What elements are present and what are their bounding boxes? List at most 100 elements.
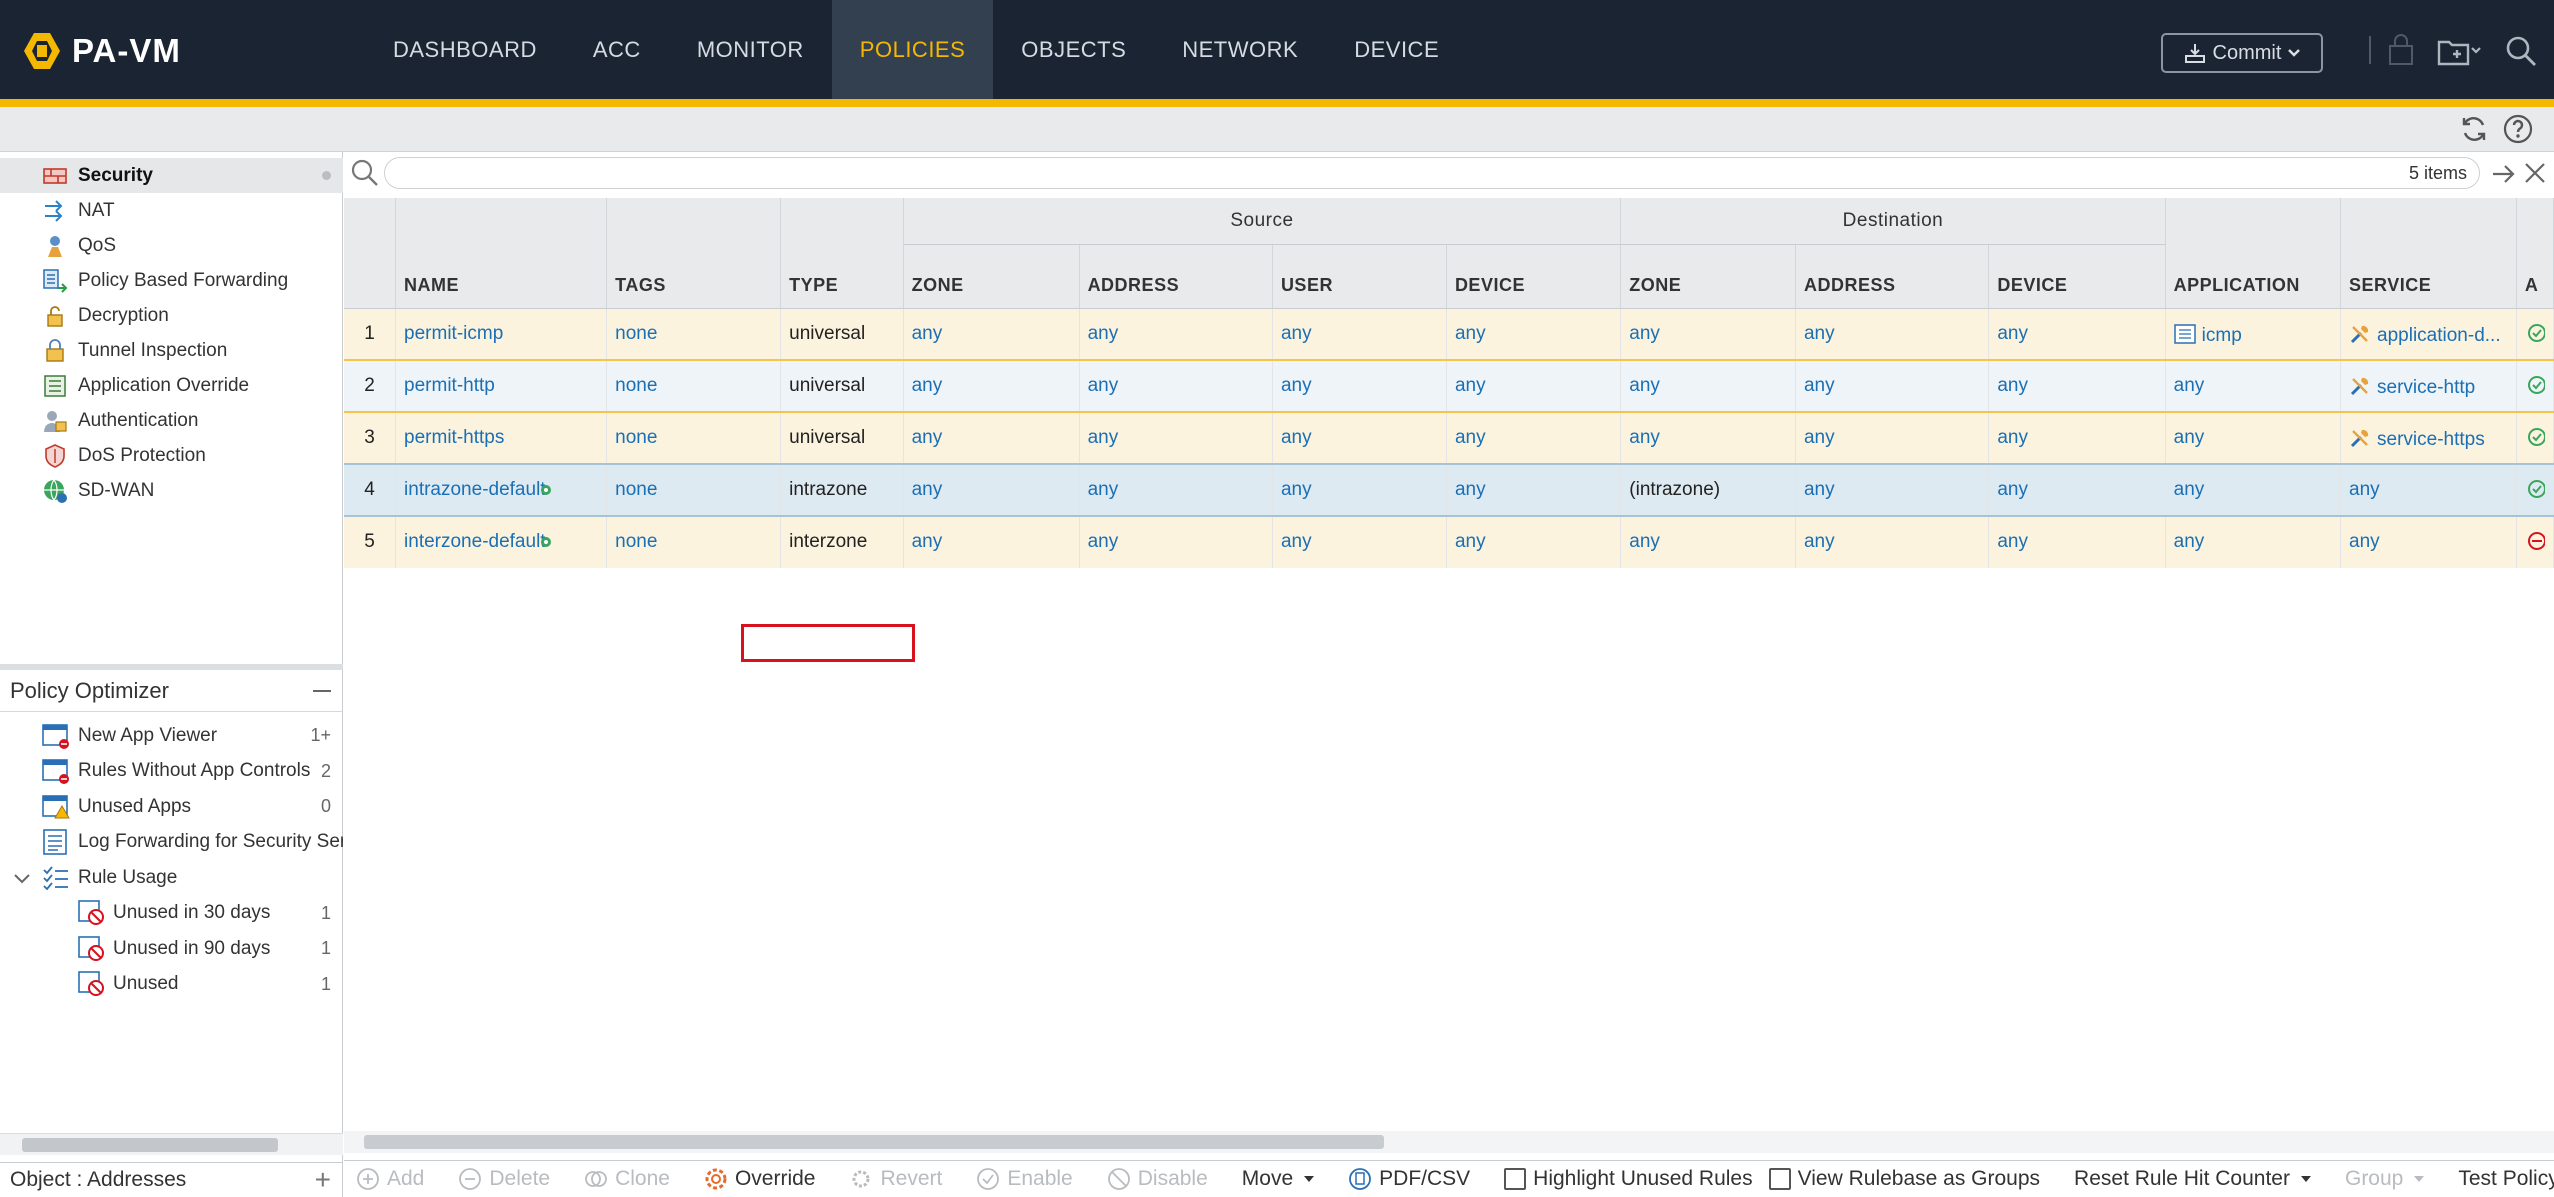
source-user[interactable]: any	[1272, 516, 1447, 568]
group-dropdown[interactable]: Group	[2345, 1167, 2425, 1191]
table-row[interactable]: 2 permit-http none universal any any any…	[344, 360, 2554, 413]
pdf-csv-button[interactable]: PDF/CSV	[1348, 1167, 1470, 1191]
source-user[interactable]: any	[1272, 308, 1447, 361]
rule-application[interactable]: any	[2165, 360, 2342, 413]
column-header-type[interactable]: TYPE	[780, 198, 904, 309]
source-device[interactable]: any	[1446, 412, 1622, 465]
rule-tags[interactable]: none	[606, 464, 782, 517]
rule-tags[interactable]: none	[606, 516, 782, 568]
view-rulebase-groups-toggle[interactable]: View Rulebase as Groups	[1768, 1167, 2040, 1191]
nav-acc[interactable]: ACC	[565, 0, 669, 99]
sidebar-item-pbf[interactable]: Policy Based Forwarding	[0, 263, 343, 298]
optimizer-item-unused-apps[interactable]: Unused Apps 0	[0, 789, 343, 825]
optimizer-item-unused-30-days[interactable]: Unused in 30 days 1	[0, 896, 343, 932]
source-zone[interactable]: any	[903, 516, 1080, 568]
view-groups-checkbox[interactable]	[1768, 1168, 1791, 1190]
column-header-destination-device[interactable]: DEVICE	[1988, 244, 2166, 309]
scrollbar-thumb[interactable]	[22, 1138, 278, 1152]
rule-application[interactable]: any	[2165, 464, 2342, 517]
source-device[interactable]: any	[1446, 360, 1622, 413]
table-horizontal-scrollbar[interactable]	[344, 1131, 2554, 1153]
sidebar-item-sd-wan[interactable]: SD-WAN	[0, 473, 343, 508]
destination-zone[interactable]: any	[1620, 360, 1796, 413]
rule-tags[interactable]: none	[606, 308, 782, 361]
highlight-unused-rules-toggle[interactable]: Highlight Unused Rules	[1504, 1167, 1753, 1191]
destination-zone[interactable]: (intrazone)	[1620, 464, 1796, 517]
search-icon[interactable]	[2503, 34, 2539, 68]
rule-name[interactable]: intrazone-default	[395, 464, 608, 517]
sidebar-item-decryption[interactable]: Decryption	[0, 298, 343, 333]
scrollbar-thumb[interactable]	[364, 1135, 1384, 1149]
table-row[interactable]: 4 intrazone-default none intrazone any a…	[344, 464, 2554, 517]
collapse-icon[interactable]	[313, 690, 331, 692]
test-policy-match-button[interactable]: Test Policy Match	[2458, 1167, 2554, 1191]
table-row[interactable]: 1 permit-icmp none universal any any any…	[344, 308, 2554, 361]
destination-device[interactable]: any	[1988, 360, 2166, 413]
optimizer-item-rules-without-app-controls[interactable]: Rules Without App Controls 2	[0, 754, 343, 790]
table-row[interactable]: 3 permit-https none universal any any an…	[344, 412, 2554, 465]
optimizer-item-unused[interactable]: Unused 1	[0, 967, 343, 1003]
nav-device[interactable]: DEVICE	[1326, 0, 1467, 99]
column-header-source-user[interactable]: USER	[1272, 244, 1447, 309]
logo[interactable]: PA-VM	[22, 28, 181, 74]
sidebar-item-tunnel-inspection[interactable]: Tunnel Inspection	[0, 333, 343, 368]
destination-address[interactable]: any	[1795, 464, 1990, 517]
column-header-action[interactable]: A	[2516, 198, 2554, 309]
rule-application[interactable]: any	[2165, 516, 2342, 568]
rule-tags[interactable]: none	[606, 360, 782, 413]
apply-filter-arrow-icon[interactable]	[2490, 160, 2518, 188]
destination-address[interactable]: any	[1795, 412, 1990, 465]
nav-dashboard[interactable]: DASHBOARD	[365, 0, 565, 99]
destination-zone[interactable]: any	[1620, 308, 1796, 361]
config-folder-icon[interactable]	[2436, 34, 2482, 68]
add-button[interactable]: Add	[356, 1167, 424, 1191]
column-header-application[interactable]: APPLICATION	[2165, 198, 2342, 309]
reset-rule-hit-counter-dropdown[interactable]: Reset Rule Hit Counter	[2074, 1167, 2311, 1191]
rule-service[interactable]: any	[2340, 516, 2517, 568]
help-icon[interactable]	[2502, 113, 2534, 145]
source-address[interactable]: any	[1079, 464, 1273, 517]
source-user[interactable]: any	[1272, 464, 1447, 517]
rule-application[interactable]: any	[2165, 412, 2342, 465]
sidebar-item-application-override[interactable]: Application Override	[0, 368, 343, 403]
column-header-destination-address[interactable]: ADDRESS	[1795, 244, 1990, 309]
rule-tags[interactable]: none	[606, 412, 782, 465]
source-address[interactable]: any	[1079, 308, 1273, 361]
expand-plus-icon[interactable]: +	[315, 1164, 331, 1196]
optimizer-item-new-app-viewer[interactable]: New App Viewer 1+	[0, 718, 343, 754]
nav-policies[interactable]: POLICIES	[831, 0, 994, 99]
rule-name[interactable]: permit-https	[395, 412, 608, 465]
destination-address[interactable]: any	[1795, 308, 1990, 361]
left-horizontal-scrollbar[interactable]	[0, 1133, 343, 1155]
rule-service[interactable]: any	[2340, 464, 2517, 517]
column-header-source-device[interactable]: DEVICE	[1446, 244, 1622, 309]
destination-zone[interactable]: any	[1620, 516, 1796, 568]
column-header-tags[interactable]: TAGS	[606, 198, 782, 309]
optimizer-item-unused-90-days[interactable]: Unused in 90 days 1	[0, 931, 343, 967]
destination-device[interactable]: any	[1988, 464, 2166, 517]
move-dropdown[interactable]: Move	[1242, 1167, 1315, 1191]
clear-filter-icon[interactable]	[2522, 160, 2548, 186]
source-address[interactable]: any	[1079, 360, 1273, 413]
source-user[interactable]: any	[1272, 412, 1447, 465]
enable-button[interactable]: Enable	[976, 1167, 1073, 1191]
nav-monitor[interactable]: MONITOR	[669, 0, 832, 99]
sidebar-item-dos-protection[interactable]: DoS Protection	[0, 438, 343, 473]
nav-objects[interactable]: OBJECTS	[993, 0, 1154, 99]
rule-service[interactable]: application-d...	[2340, 308, 2517, 361]
clone-button[interactable]: Clone	[584, 1167, 670, 1191]
commit-button[interactable]: Commit	[2161, 33, 2323, 73]
optimizer-item-rule-usage[interactable]: Rule Usage	[0, 860, 343, 896]
column-header-source-zone[interactable]: ZONE	[903, 244, 1080, 309]
rule-application[interactable]: icmp	[2165, 308, 2342, 361]
rule-name[interactable]: interzone-default	[395, 516, 608, 568]
sidebar-item-authentication[interactable]: Authentication	[0, 403, 343, 438]
source-zone[interactable]: any	[903, 308, 1080, 361]
optimizer-item-log-forwarding[interactable]: Log Forwarding for Security Services	[0, 825, 343, 861]
column-header-source-address[interactable]: ADDRESS	[1079, 244, 1273, 309]
destination-address[interactable]: any	[1795, 516, 1990, 568]
disable-button[interactable]: Disable	[1107, 1167, 1208, 1191]
source-address[interactable]: any	[1079, 412, 1273, 465]
column-header-service[interactable]: SERVICE	[2340, 198, 2517, 309]
nav-network[interactable]: NETWORK	[1154, 0, 1326, 99]
